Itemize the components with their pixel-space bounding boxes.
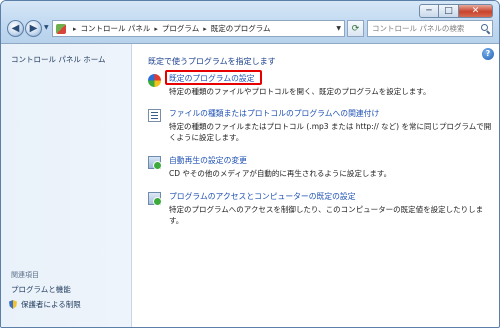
sidebar: コントロール パネル ホーム 関連項目 プログラムと機能 保護者による制限 [1, 44, 132, 327]
breadcrumb-default-programs[interactable]: 既定のプログラム [211, 23, 271, 34]
search-box[interactable]: コントロール パネルの検索 [367, 20, 493, 37]
option-description: 特定の種類のファイルまたはプロトコル (.mp3 または http:// など)… [169, 122, 492, 142]
minimize-button[interactable]: ─ [419, 4, 439, 18]
main-content: ? 既定で使うプログラムを指定します 既定のプログラムの設定 特定の種類のファイ… [132, 44, 499, 327]
sidebar-link-label[interactable]: 保護者による制限 [21, 299, 81, 310]
window-controls: ─ □ ✕ [419, 4, 493, 18]
option-description: 特定の種類のファイルやプロトコルを開く、既定のプログラムを設定します。 [169, 87, 431, 96]
forward-button[interactable]: ▶ [25, 20, 42, 37]
program-access-link[interactable]: プログラムのアクセスとコンピューターの既定の設定 [169, 191, 356, 202]
maximize-button[interactable]: □ [439, 4, 459, 18]
highlight-box [165, 70, 262, 85]
help-icon[interactable]: ? [482, 48, 494, 60]
breadcrumb-separator[interactable]: ▸ [154, 25, 158, 33]
breadcrumb-programs[interactable]: プログラム [162, 23, 199, 34]
back-button[interactable]: ◀ [7, 20, 24, 37]
sidebar-programs-and-features-link[interactable]: プログラムと機能 [11, 284, 71, 295]
close-button[interactable]: ✕ [459, 4, 493, 18]
refresh-button[interactable]: ⟳ [347, 20, 364, 37]
file-association-icon[interactable] [148, 109, 161, 122]
sidebar-parental-controls-link[interactable]: 保護者による制限 [9, 299, 81, 310]
breadcrumb-control-panel[interactable]: コントロール パネル [81, 23, 151, 34]
autoplay-settings-link[interactable]: 自動再生の設定の変更 [169, 155, 247, 166]
option-description: CD やその他のメディアが自動的に再生されるように設定します。 [169, 169, 392, 178]
autoplay-icon[interactable] [148, 156, 162, 170]
search-icon[interactable] [481, 24, 488, 31]
sidebar-related-heading: 関連項目 [11, 271, 39, 279]
file-association-link[interactable]: ファイルの種類またはプロトコルのプログラムへの関連付け [169, 108, 379, 119]
shield-icon [9, 300, 17, 309]
sidebar-control-panel-home-link[interactable]: コントロール パネル ホーム [11, 54, 106, 65]
title-and-address-bar: ─ □ ✕ ◀ ▶ ▼ ▸ コントロール パネル ▸ プログラム ▸ 既定のプロ… [1, 1, 499, 44]
control-panel-window: ─ □ ✕ ◀ ▶ ▼ ▸ コントロール パネル ▸ プログラム ▸ 既定のプロ… [0, 0, 500, 328]
recent-pages-dropdown-icon[interactable]: ▼ [44, 24, 49, 31]
option-description: 特定のプログラムへのアクセスを制御したり、このコンピューターの既定値を設定したり… [169, 205, 484, 225]
breadcrumb-separator[interactable]: ▸ [73, 25, 77, 33]
search-input[interactable]: コントロール パネルの検索 [372, 23, 464, 34]
address-bar[interactable]: ▸ コントロール パネル ▸ プログラム ▸ 既定のプログラム ▼ [52, 20, 345, 37]
page-title: 既定で使うプログラムを指定します [148, 57, 276, 66]
default-programs-icon[interactable] [148, 74, 161, 87]
program-access-icon[interactable] [148, 192, 162, 206]
address-dropdown-icon[interactable]: ▼ [336, 25, 341, 32]
refresh-icon: ⟳ [351, 23, 360, 34]
sidebar-link-label[interactable]: プログラムと機能 [11, 284, 71, 295]
control-panel-icon [56, 23, 66, 34]
breadcrumb-separator[interactable]: ▸ [203, 25, 207, 33]
